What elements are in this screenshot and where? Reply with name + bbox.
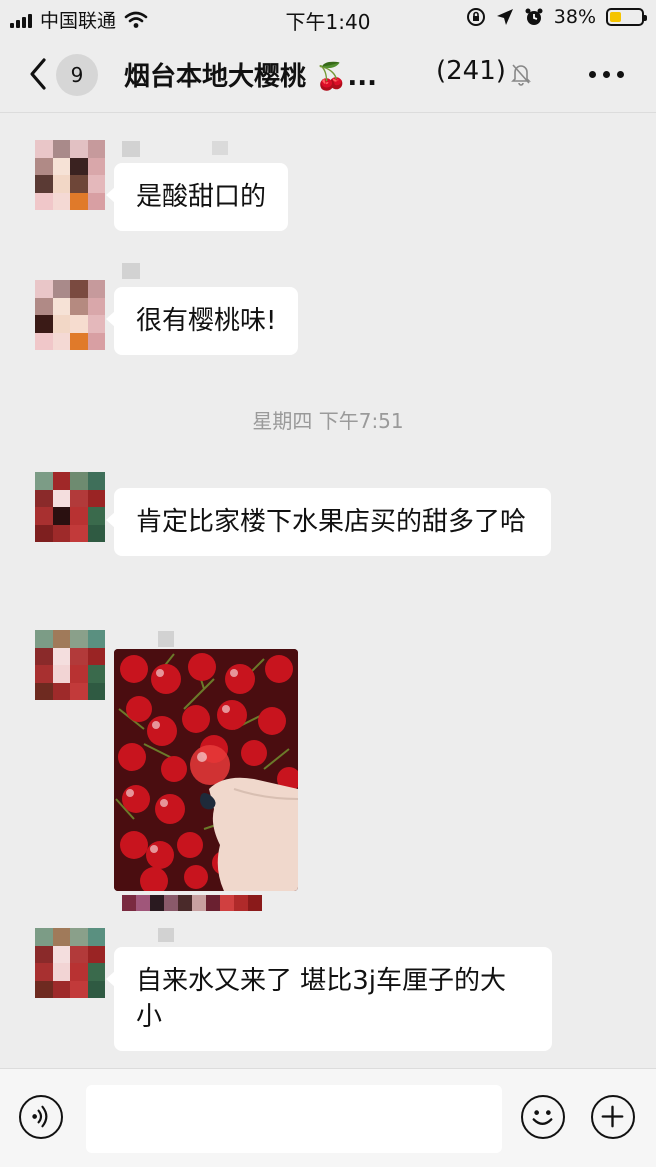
plus-icon[interactable] [591, 1095, 635, 1139]
battery-icon [606, 8, 647, 26]
sender-name-redacted [122, 141, 140, 157]
avatar[interactable] [35, 472, 105, 542]
battery-fill [610, 12, 622, 22]
message-bubble[interactable]: 自来水又来了 堪比3j车厘子的大小 [106, 947, 552, 1051]
bell-muted-icon [511, 64, 531, 86]
member-count: (241) [436, 56, 506, 86]
message-input[interactable] [86, 1085, 502, 1153]
sender-name-redacted [122, 263, 140, 279]
cherry-photo-image [114, 649, 298, 891]
message-bubble[interactable]: 是酸甜口的 [105, 163, 289, 231]
avatar[interactable] [35, 630, 105, 700]
battery-percent: 38% [553, 6, 596, 28]
alarm-icon [525, 8, 543, 25]
time-divider: 星期四 下午7:51 [252, 409, 404, 433]
location-icon [496, 9, 513, 25]
avatar[interactable] [35, 140, 105, 210]
sender-name-redacted [158, 928, 174, 942]
chevron-left-icon[interactable] [24, 56, 56, 92]
message-list: 是酸甜口的 很有樱桃味! 星期四 下午7:51 肯定比家楼下水果店买的甜多了哈 [0, 113, 656, 1068]
status-right: 38% [466, 6, 647, 28]
status-bar: 中国联通 下午1:40 38% [0, 0, 656, 36]
chat-header: 9 烟台本地大樱桃 🍒... (241) [0, 36, 656, 113]
more-dots-icon[interactable] [589, 71, 624, 78]
chat-title: 烟台本地大樱桃 🍒... [124, 62, 378, 92]
emoji-icon[interactable] [521, 1095, 565, 1139]
avatar[interactable] [35, 280, 105, 350]
redacted-strip [122, 895, 262, 911]
rotation-lock-icon [466, 8, 485, 26]
unread-badge[interactable]: 9 [56, 54, 98, 96]
avatar[interactable] [35, 928, 105, 998]
voice-icon[interactable] [19, 1095, 63, 1139]
sender-name-redacted [158, 631, 174, 647]
cherry-photo[interactable] [114, 649, 298, 891]
message-bubble[interactable]: 肯定比家楼下水果店买的甜多了哈 [106, 488, 551, 556]
sender-name-redacted [212, 141, 228, 155]
message-bubble[interactable]: 很有樱桃味! [105, 287, 299, 355]
input-bar [0, 1068, 656, 1167]
